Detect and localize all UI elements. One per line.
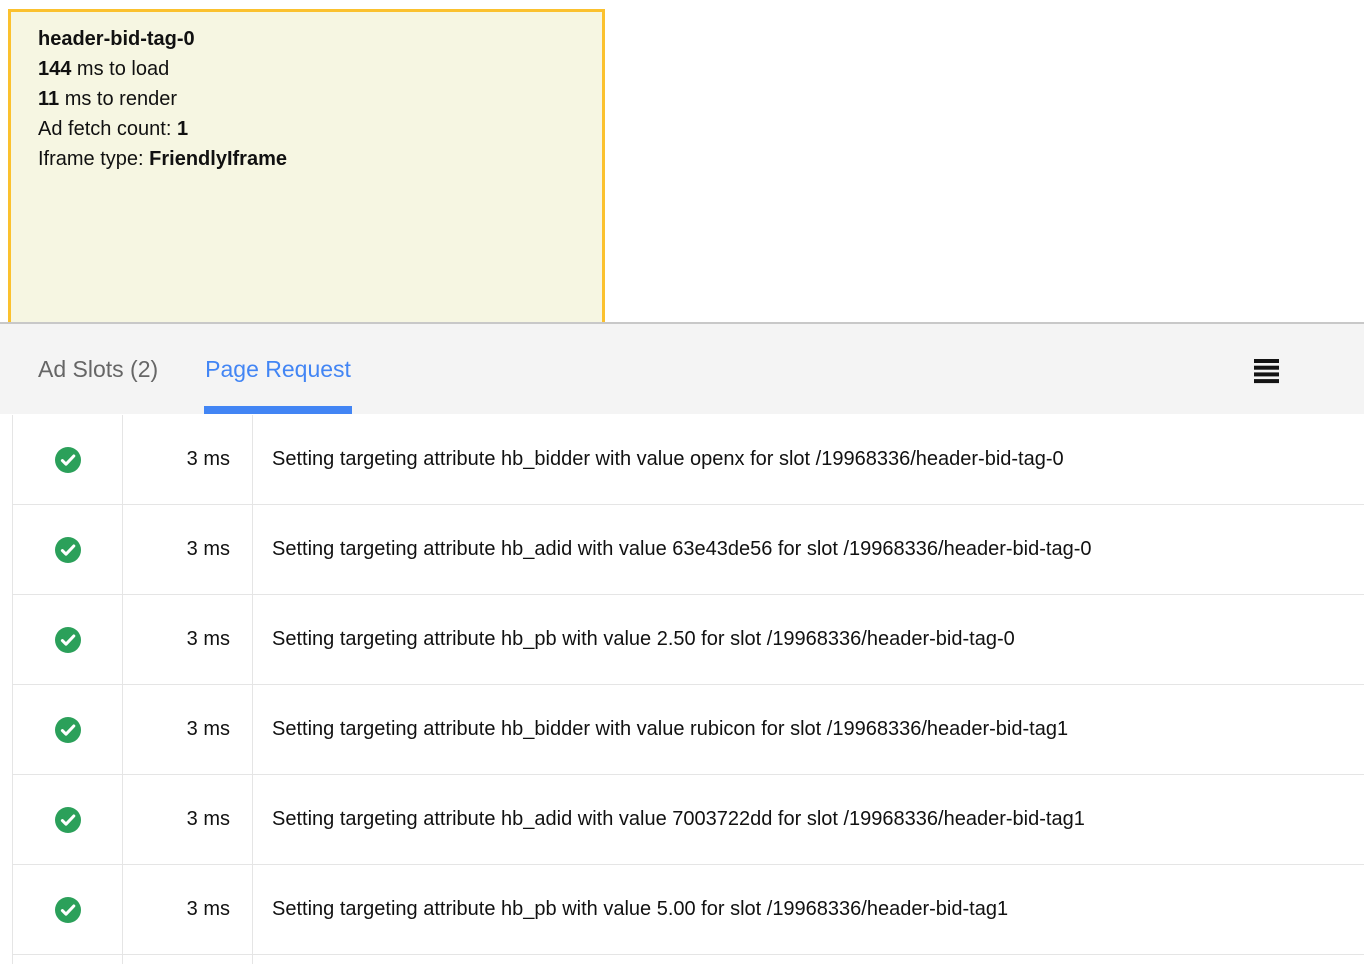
slot-render-time: 11 ms to render: [38, 84, 592, 114]
check-circle-icon: [55, 897, 81, 923]
publisher-console: header-bid-tag-0 144 ms to load 11 ms to…: [0, 0, 1364, 964]
check-circle-icon: [55, 537, 81, 563]
log-status-cell: [13, 865, 123, 954]
render-ms-suffix: ms to render: [59, 88, 177, 110]
log-status-cell: [13, 595, 123, 684]
check-circle-icon: [55, 627, 81, 653]
menu-icon[interactable]: [1253, 358, 1280, 384]
log-status-cell: [13, 955, 123, 964]
log-time: 3 ms: [123, 865, 253, 954]
page-request-log: 3 ms Setting targeting attribute hb_bidd…: [12, 415, 1364, 964]
check-circle-icon: [55, 447, 81, 473]
log-time: 3 ms: [123, 415, 253, 504]
slot-title: header-bid-tag-0: [38, 24, 592, 54]
tab-ad-slots[interactable]: Ad Slots (2): [38, 356, 158, 383]
log-row: 3 ms Setting targeting attribute hb_bidd…: [12, 415, 1364, 505]
log-message: Setting targeting attribute hb_adid with…: [253, 505, 1364, 594]
log-status-cell: [13, 685, 123, 774]
log-time: [123, 955, 253, 964]
log-row: 3 ms Setting targeting attribute hb_adid…: [12, 775, 1364, 865]
log-time: 3 ms: [123, 775, 253, 864]
log-row: 3 ms Setting targeting attribute hb_adid…: [12, 505, 1364, 595]
log-message: Setting targeting attribute hb_bidder wi…: [253, 685, 1364, 774]
log-row: 3 ms Setting targeting attribute hb_pb w…: [12, 865, 1364, 955]
iframe-type-label: Iframe type:: [38, 148, 149, 170]
list-bars-icon: [1253, 358, 1280, 384]
check-circle-icon: [55, 807, 81, 833]
load-ms-suffix: ms to load: [71, 58, 169, 80]
log-message: Setting targeting attribute hb_pb with v…: [253, 865, 1364, 954]
slot-load-time: 144 ms to load: [38, 54, 592, 84]
log-time: 3 ms: [123, 505, 253, 594]
tab-page-request-label: Page Request: [205, 356, 351, 383]
log-time: 3 ms: [123, 595, 253, 684]
load-ms-value: 144: [38, 58, 71, 80]
log-status-cell: [13, 415, 123, 504]
render-ms-value: 11: [38, 88, 59, 110]
console-tab-bar: Ad Slots (2) Page Request: [0, 322, 1364, 414]
active-tab-underline: [204, 406, 352, 414]
slot-iframe-type: Iframe type: FriendlyIframe: [38, 144, 592, 174]
log-row-partial: [12, 955, 1364, 964]
iframe-type-value: FriendlyIframe: [149, 148, 287, 170]
log-row: 3 ms Setting targeting attribute hb_bidd…: [12, 685, 1364, 775]
log-message: Setting targeting attribute hb_bidder wi…: [253, 415, 1364, 504]
log-time: 3 ms: [123, 685, 253, 774]
log-message: Setting targeting attribute hb_adid with…: [253, 775, 1364, 864]
slot-info-overlay: header-bid-tag-0 144 ms to load 11 ms to…: [8, 9, 605, 323]
slot-fetch-count: Ad fetch count: 1: [38, 114, 592, 144]
log-status-cell: [13, 775, 123, 864]
log-status-cell: [13, 505, 123, 594]
log-message: [253, 955, 1364, 964]
log-message: Setting targeting attribute hb_pb with v…: [253, 595, 1364, 684]
tab-page-request[interactable]: Page Request: [205, 324, 351, 414]
check-circle-icon: [55, 717, 81, 743]
log-row: 3 ms Setting targeting attribute hb_pb w…: [12, 595, 1364, 685]
fetch-count-label: Ad fetch count:: [38, 118, 177, 140]
fetch-count-value: 1: [177, 118, 188, 140]
